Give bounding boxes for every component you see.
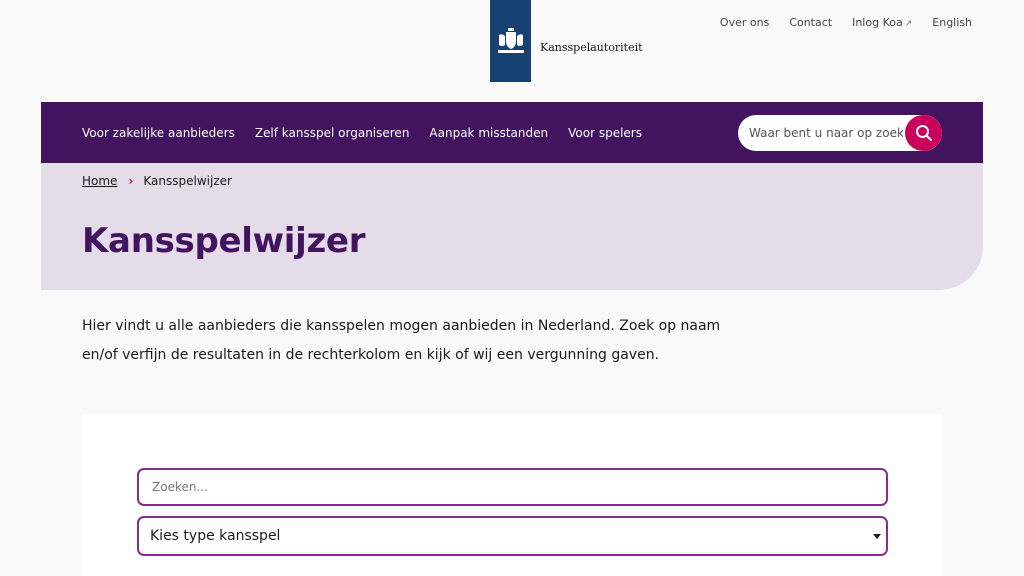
chevron-right-icon: › [128, 174, 134, 188]
nav-item-zelf-kansspel-organiseren[interactable]: Zelf kansspel organiseren [255, 126, 410, 140]
utility-link-over-ons[interactable]: Over ons [720, 16, 769, 29]
site-search [738, 115, 942, 151]
logo[interactable] [490, 0, 531, 82]
site-search-button[interactable] [905, 115, 942, 151]
brand-name[interactable]: Kansspelautoriteit [540, 41, 643, 54]
main-nav: Voor zakelijke aanbieders Zelf kansspel … [41, 102, 983, 163]
nav-item-voor-spelers[interactable]: Voor spelers [568, 126, 642, 140]
utility-link-contact[interactable]: Contact [789, 16, 832, 29]
page-title: Kansspelwijzer [82, 221, 366, 261]
external-link-icon: ↗ [904, 19, 913, 29]
provider-search-input[interactable] [139, 470, 886, 504]
coat-of-arms-icon [497, 28, 524, 53]
caret-down-icon [873, 534, 881, 539]
utility-link-inlog-koa[interactable]: Inlog Koa ↗ [852, 16, 912, 29]
utility-link-english[interactable]: English [932, 16, 972, 29]
utility-link-inlog-koa-label: Inlog Koa [852, 16, 903, 29]
utility-nav: Over ons Contact Inlog Koa ↗ English [720, 16, 972, 29]
main-nav-items: Voor zakelijke aanbieders Zelf kansspel … [82, 126, 642, 140]
breadcrumb-home[interactable]: Home [82, 174, 117, 188]
gambling-type-selected: Kies type kansspel [150, 528, 281, 544]
hero: Home › Kansspelwijzer Kansspelwijzer [41, 163, 983, 290]
nav-item-zakelijke-aanbieders[interactable]: Voor zakelijke aanbieders [82, 126, 235, 140]
intro-text: Hier vindt u alle aanbieders die kansspe… [82, 318, 721, 363]
breadcrumb-current: Kansspelwijzer [143, 174, 232, 188]
gambling-type-select[interactable]: Kies type kansspel [137, 516, 888, 556]
nav-item-aanpak-misstanden[interactable]: Aanpak misstanden [429, 126, 548, 140]
provider-search-field [137, 468, 888, 506]
search-icon [915, 125, 932, 141]
filter-panel: Kies type kansspel [82, 414, 942, 576]
site-search-input[interactable] [738, 126, 903, 140]
breadcrumb: Home › Kansspelwijzer [82, 174, 232, 188]
